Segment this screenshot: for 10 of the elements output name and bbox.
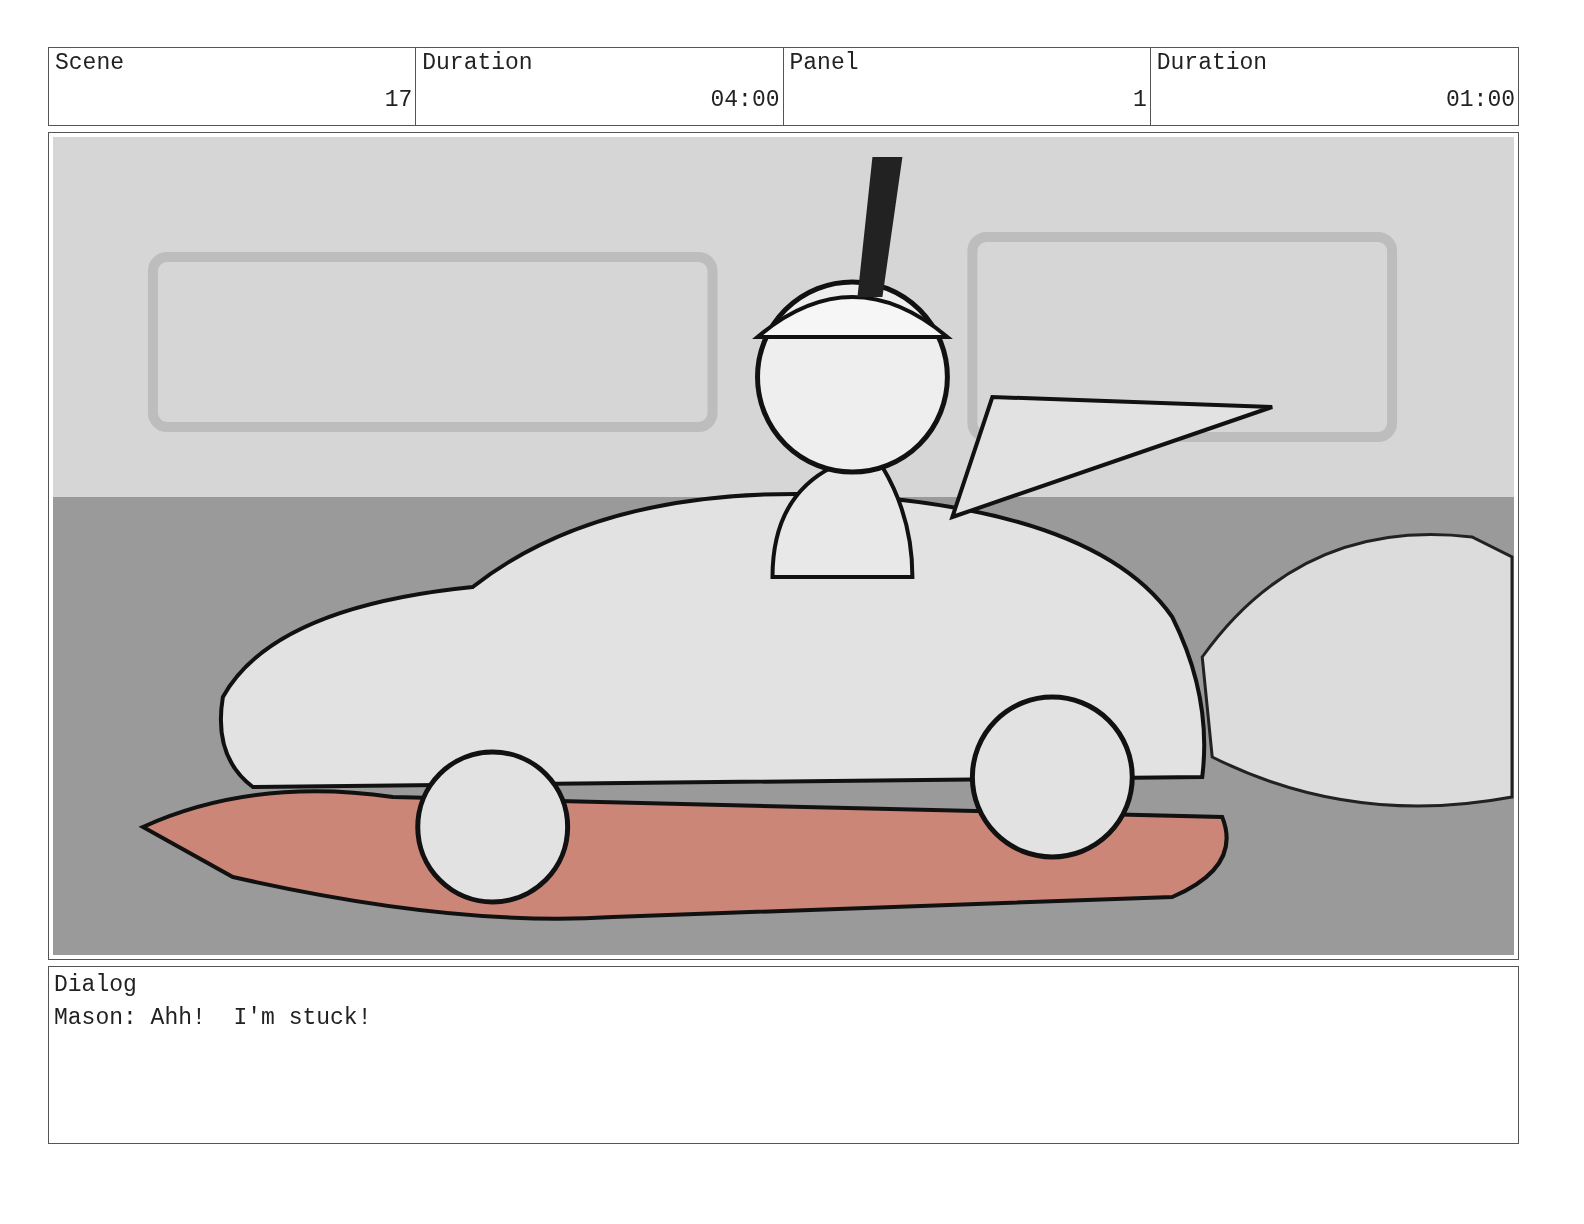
field-label: Duration: [422, 50, 534, 78]
field-value: 04:00: [709, 87, 780, 115]
field-value: 17: [383, 87, 413, 115]
dialog-text: Mason: Ahh! I'm stuck!: [54, 1004, 373, 1034]
field-label: Duration: [1156, 50, 1269, 78]
field-value: 1: [1131, 87, 1147, 115]
dialog-label: Dialog: [54, 971, 138, 1000]
field-value: 01:00: [1445, 87, 1515, 115]
field-label: Scene: [55, 50, 125, 78]
field-label: Panel: [789, 50, 860, 78]
